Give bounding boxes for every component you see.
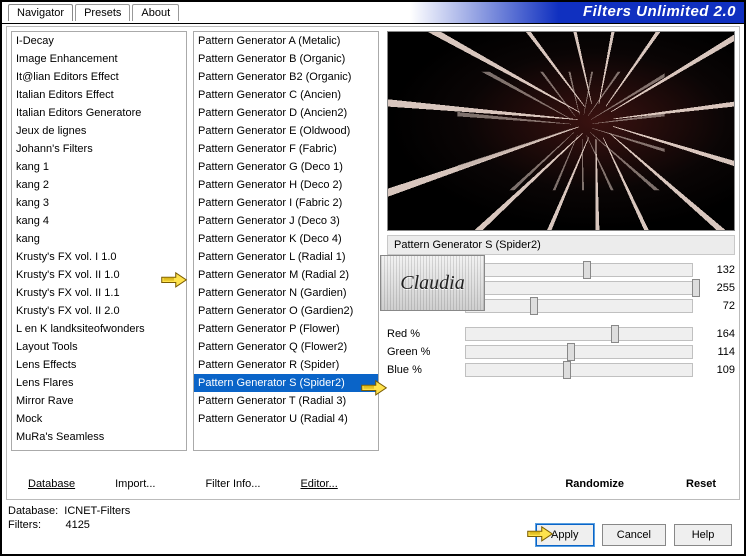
slider-row: Red % 164	[387, 325, 735, 343]
import-button[interactable]: Import...	[104, 473, 166, 495]
list-item[interactable]: Pattern Generator E (Oldwood)	[194, 122, 378, 140]
list-item[interactable]: Pattern Generator P (Flower)	[194, 320, 378, 338]
slider-value: 109	[701, 364, 735, 376]
list-item[interactable]: Pattern Generator I (Fabric 2)	[194, 194, 378, 212]
help-button[interactable]: Help	[674, 524, 732, 546]
list-item[interactable]: Pattern Generator T (Radial 3)	[194, 392, 378, 410]
list-item[interactable]: Krusty's FX vol. II 1.0	[12, 266, 186, 284]
slider-label: Red %	[387, 328, 457, 340]
slider-track[interactable]	[465, 327, 693, 341]
slider-thumb[interactable]	[692, 279, 700, 297]
tab-navigator[interactable]: Navigator	[8, 4, 73, 21]
list-item[interactable]: kang	[12, 230, 186, 248]
list-item[interactable]: Pattern Generator Q (Flower2)	[194, 338, 378, 356]
slider-thumb[interactable]	[611, 325, 619, 343]
list-item[interactable]: kang 2	[12, 176, 186, 194]
slider-value: 164	[701, 328, 735, 340]
category-list[interactable]: I-DecayImage EnhancementIt@lian Editors …	[11, 31, 187, 451]
list-item[interactable]: I-Decay	[12, 32, 186, 50]
list-item[interactable]: Pattern Generator B2 (Organic)	[194, 68, 378, 86]
slider-thumb[interactable]	[530, 297, 538, 315]
list-item[interactable]: Pattern Generator S (Spider2)	[194, 374, 378, 392]
slider-value: 132	[701, 264, 735, 276]
list-item[interactable]: Italian Editors Generatore	[12, 104, 186, 122]
list-item[interactable]: MuRa's Seamless	[12, 428, 186, 446]
slider-value: 114	[701, 346, 735, 358]
database-button[interactable]: Database	[17, 473, 86, 495]
list-item[interactable]: Pattern Generator R (Spider)	[194, 356, 378, 374]
list-item[interactable]: Pattern Generator D (Ancien2)	[194, 104, 378, 122]
slider-row: Blue % 109	[387, 361, 735, 379]
list-item[interactable]: Pattern Generator M (Radial 2)	[194, 266, 378, 284]
list-item[interactable]: Pattern Generator K (Deco 4)	[194, 230, 378, 248]
list-item[interactable]: Pattern Generator C (Ancien)	[194, 86, 378, 104]
list-item[interactable]: kang 1	[12, 158, 186, 176]
reset-button[interactable]: Reset	[675, 473, 727, 495]
list-item[interactable]: Mirror Rave	[12, 392, 186, 410]
slider-thumb[interactable]	[583, 261, 591, 279]
list-item[interactable]: Pattern Generator L (Radial 1)	[194, 248, 378, 266]
list-item[interactable]: Neology	[12, 446, 186, 451]
list-item[interactable]: Pattern Generator H (Deco 2)	[194, 176, 378, 194]
list-item[interactable]: Krusty's FX vol. I 1.0	[12, 248, 186, 266]
slider-value: 72	[701, 300, 735, 312]
list-item[interactable]: Johann's Filters	[12, 140, 186, 158]
main-panel: I-DecayImage EnhancementIt@lian Editors …	[6, 26, 740, 500]
list-item[interactable]: Pattern Generator G (Deco 1)	[194, 158, 378, 176]
watermark-overlay: Claudia	[380, 255, 485, 311]
list-item[interactable]: Mock	[12, 410, 186, 428]
slider-thumb[interactable]	[563, 361, 571, 379]
filters-value: 4125	[65, 519, 89, 531]
list-item[interactable]: Lens Effects	[12, 356, 186, 374]
list-item[interactable]: Pattern Generator A (Metalic)	[194, 32, 378, 50]
list-item[interactable]: Krusty's FX vol. II 1.1	[12, 284, 186, 302]
slider-track[interactable]	[465, 263, 693, 277]
list-item[interactable]: Jeux de lignes	[12, 122, 186, 140]
slider-row: Green % 114	[387, 343, 735, 361]
list-item[interactable]: Image Enhancement	[12, 50, 186, 68]
list-item[interactable]: Pattern Generator U (Radial 4)	[194, 410, 378, 428]
apply-button[interactable]: Apply	[536, 524, 594, 546]
list-item[interactable]: Pattern Generator J (Deco 3)	[194, 212, 378, 230]
list-item[interactable]: It@lian Editors Effect	[12, 68, 186, 86]
list-item[interactable]: Pattern Generator F (Fabric)	[194, 140, 378, 158]
list-item[interactable]: Pattern Generator N (Gardien)	[194, 284, 378, 302]
list-item[interactable]: Italian Editors Effect	[12, 86, 186, 104]
footer: Database: ICNET-Filters Filters: 4125 Ap…	[8, 504, 738, 550]
slider-label: Green %	[387, 346, 457, 358]
editor-button[interactable]: Editor...	[289, 473, 348, 495]
filters-label: Filters:	[8, 519, 41, 531]
cancel-button[interactable]: Cancel	[602, 524, 666, 546]
app-title: Filters Unlimited 2.0	[583, 3, 736, 20]
slider-track[interactable]	[465, 299, 693, 313]
tab-about[interactable]: About	[132, 4, 179, 21]
filter-info-button[interactable]: Filter Info...	[194, 473, 271, 495]
tab-strip: Navigator Presets About	[8, 4, 181, 21]
list-item[interactable]: kang 4	[12, 212, 186, 230]
list-item[interactable]: kang 3	[12, 194, 186, 212]
preview-image	[387, 31, 735, 231]
filter-list[interactable]: Pattern Generator A (Metalic)Pattern Gen…	[193, 31, 379, 451]
slider-track[interactable]	[465, 281, 693, 295]
title-bar: Navigator Presets About Filters Unlimite…	[2, 2, 744, 24]
randomize-button[interactable]: Randomize	[554, 473, 635, 495]
list-item[interactable]: L en K landksiteofwonders	[12, 320, 186, 338]
list-item[interactable]: Layout Tools	[12, 338, 186, 356]
slider-label: Blue %	[387, 364, 457, 376]
list-item[interactable]: Krusty's FX vol. II 2.0	[12, 302, 186, 320]
db-value: ICNET-Filters	[64, 505, 130, 517]
slider-track[interactable]	[465, 345, 693, 359]
slider-thumb[interactable]	[567, 343, 575, 361]
list-item[interactable]: Lens Flares	[12, 374, 186, 392]
list-item[interactable]: Pattern Generator B (Organic)	[194, 50, 378, 68]
tab-presets[interactable]: Presets	[75, 4, 130, 21]
current-filter-name: Pattern Generator S (Spider2)	[387, 235, 735, 255]
db-label: Database:	[8, 505, 58, 517]
slider-value: 255	[701, 282, 735, 294]
list-item[interactable]: Pattern Generator O (Gardien2)	[194, 302, 378, 320]
slider-track[interactable]	[465, 363, 693, 377]
